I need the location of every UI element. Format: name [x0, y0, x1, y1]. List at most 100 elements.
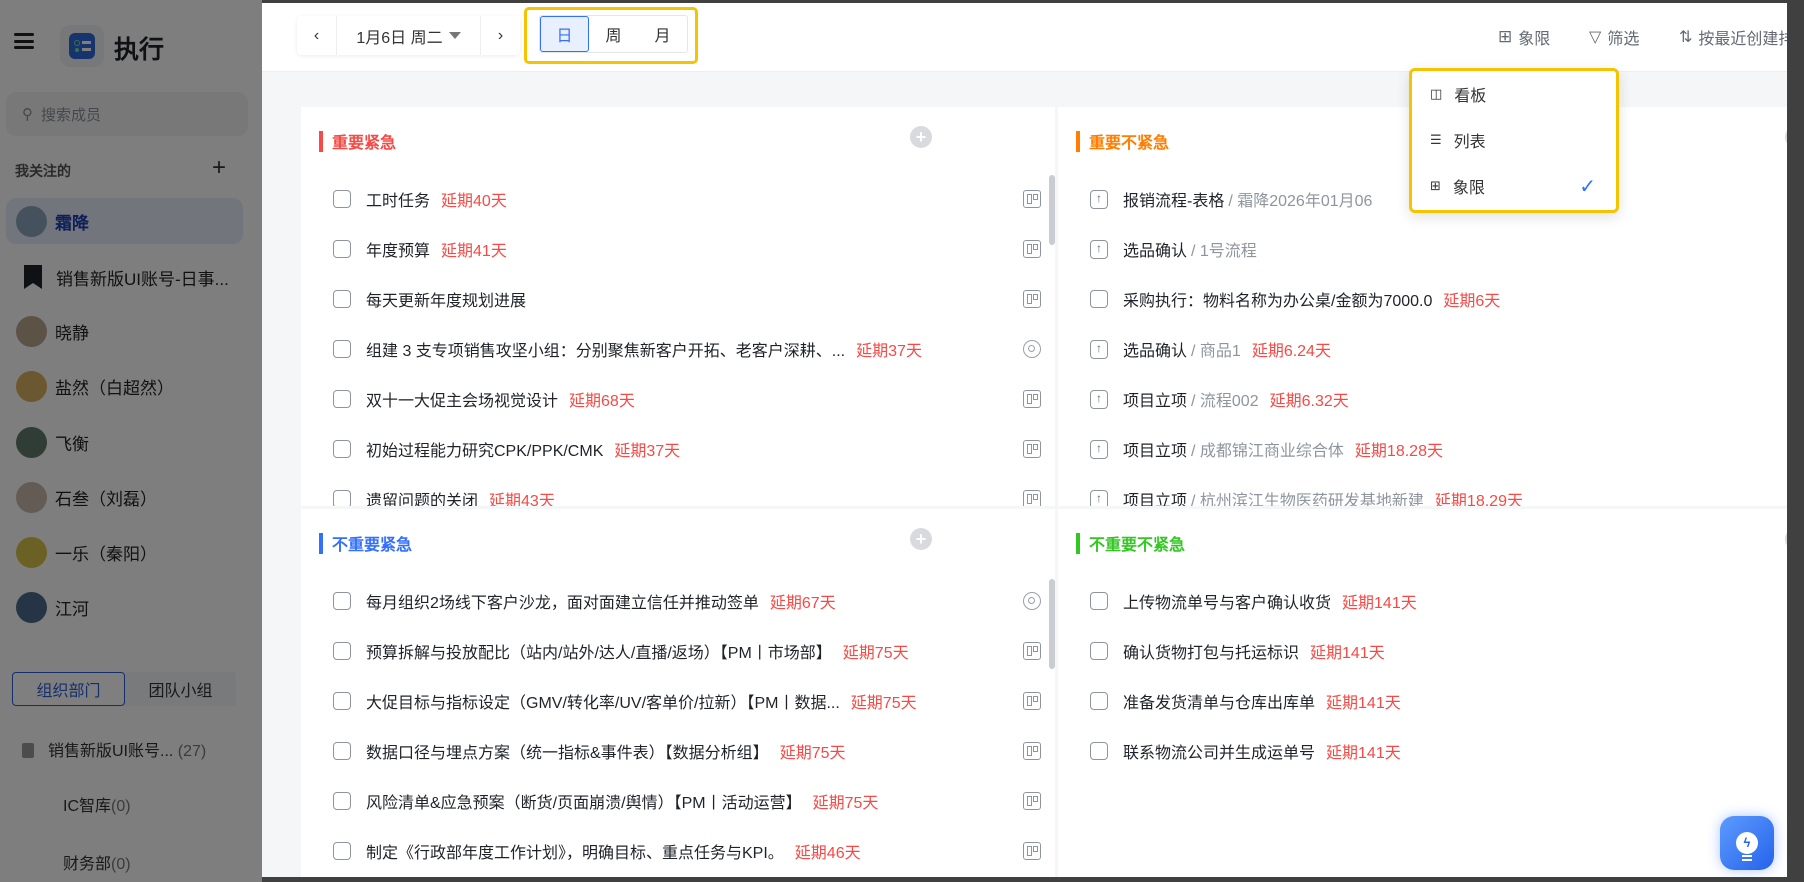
tab-month[interactable]: 月	[638, 16, 687, 52]
assistant-button[interactable]: ϟ	[1720, 816, 1774, 870]
task-row[interactable]: 采购执行：物料名称为办公桌/金额为7000.0 延期6天	[1090, 274, 1784, 324]
target-icon[interactable]	[1023, 592, 1041, 610]
task-row[interactable]: 数据口径与埋点方案（统一指标&事件表）【数据分析组】 延期75天	[333, 726, 1041, 776]
task-checkbox[interactable]	[333, 742, 351, 760]
add-task-button[interactable]: +	[910, 126, 932, 148]
task-row[interactable]: ↑ 项目立项 / 成都锦江商业综合体 延期18.28天	[1090, 424, 1784, 474]
task-row[interactable]: 初始过程能力研究CPK/PPK/CMK 延期37天	[333, 424, 1041, 474]
task-checkbox[interactable]	[1090, 742, 1108, 760]
department-item[interactable]: 财务部(0)	[63, 850, 131, 874]
date-picker[interactable]: 1月6日 周二	[336, 16, 481, 55]
next-day-button[interactable]: ›	[481, 16, 520, 55]
task-row[interactable]: 每天更新年度规划进展	[333, 274, 1041, 324]
member-item[interactable]: 一乐（秦阳）	[6, 529, 243, 575]
task-checkbox[interactable]	[1090, 642, 1108, 660]
task-source: / 成都锦江商业综合体	[1191, 443, 1344, 460]
add-task-button[interactable]: +	[1785, 126, 1787, 148]
task-checkbox[interactable]	[1090, 592, 1108, 610]
member-item[interactable]: 盐然（白超然）	[6, 363, 243, 409]
kanban-icon: ◫	[1430, 86, 1443, 101]
kanban-icon[interactable]	[1023, 692, 1041, 710]
tab-week[interactable]: 周	[589, 16, 638, 52]
target-icon[interactable]	[1023, 340, 1041, 358]
member-name: 石叁（刘磊）	[55, 489, 157, 509]
task-row[interactable]: 工时任务 延期40天	[333, 174, 1041, 224]
task-row[interactable]: 年度预算 延期41天	[333, 224, 1041, 274]
quadrant-marker	[1076, 532, 1080, 554]
task-checkbox[interactable]	[1090, 290, 1108, 308]
kanban-icon[interactable]	[1023, 390, 1041, 408]
member-item[interactable]: 江河	[6, 584, 243, 630]
task-checkbox[interactable]	[333, 240, 351, 258]
kanban-icon[interactable]	[1023, 842, 1041, 860]
task-checkbox[interactable]	[333, 490, 351, 506]
kanban-icon[interactable]	[1023, 742, 1041, 760]
kanban-icon[interactable]	[1023, 792, 1041, 810]
scrollbar[interactable]	[1049, 579, 1055, 669]
scrollbar[interactable]	[1049, 175, 1055, 245]
task-checkbox[interactable]	[333, 440, 351, 458]
kanban-icon[interactable]	[1023, 440, 1041, 458]
task-row[interactable]: 上传物流单号与客户确认收货 延期141天	[1090, 576, 1784, 626]
task-checkbox[interactable]	[333, 340, 351, 358]
task-row[interactable]: ↑ 项目立项 / 流程002 延期6.32天	[1090, 374, 1784, 424]
overdue-label: 延期68天	[569, 393, 635, 410]
tab-departments[interactable]: 组织部门	[12, 672, 125, 706]
view-mode-button[interactable]: ⊞ 象限	[1498, 25, 1550, 49]
member-item[interactable]: 霜降	[6, 198, 243, 244]
add-following-button[interactable]: +	[212, 154, 226, 182]
task-row[interactable]: 准备发货清单与仓库出库单 延期141天	[1090, 676, 1784, 726]
task-row[interactable]: 确认货物打包与托运标识 延期141天	[1090, 626, 1784, 676]
following-label: 我关注的	[15, 163, 71, 179]
member-item[interactable]: 飞衡	[6, 419, 243, 465]
kanban-icon[interactable]	[1023, 240, 1041, 258]
add-task-button[interactable]: +	[910, 528, 932, 550]
bookmark-icon	[24, 265, 42, 289]
filter-button[interactable]: ▽ 筛选	[1589, 25, 1639, 49]
task-row[interactable]: 大促目标与指标设定（GMV/转化率/UV/客单价/拉新）【PM丨数据... 延期7…	[333, 676, 1041, 726]
task-checkbox[interactable]	[333, 290, 351, 308]
task-title: 采购执行：物料名称为办公桌/金额为7000.0	[1123, 293, 1433, 310]
kanban-icon[interactable]	[1023, 290, 1041, 308]
member-item[interactable]: 销售新版UI账号-日事...	[6, 254, 243, 300]
prev-day-button[interactable]: ‹	[297, 16, 336, 55]
add-task-button[interactable]: +	[1785, 528, 1787, 550]
task-checkbox[interactable]	[333, 642, 351, 660]
task-row[interactable]: 组建 3 支专项销售攻坚小组：分别聚焦新客户开拓、老客户深耕、... 延期37天	[333, 324, 1041, 374]
menu-item-kanban[interactable]: ◫ 看板	[1412, 71, 1616, 117]
menu-icon[interactable]	[14, 33, 34, 49]
task-checkbox[interactable]	[333, 592, 351, 610]
task-checkbox[interactable]	[1090, 692, 1108, 710]
task-row[interactable]: 制定《行政部年度工作计划》，明确目标、重点任务与KPI。 延期46天	[333, 826, 1041, 876]
task-checkbox[interactable]	[333, 692, 351, 710]
task-checkbox[interactable]	[333, 842, 351, 860]
task-row[interactable]: ↑ 项目立项 / 杭州滨江生物医药研发基地新建 延期18.29天	[1090, 474, 1784, 506]
kanban-icon[interactable]	[1023, 190, 1041, 208]
member-item[interactable]: 晓静	[6, 308, 243, 354]
task-row[interactable]: 每月组织2场线下客户沙龙，面对面建立信任并推动签单 延期67天	[333, 576, 1041, 626]
tab-teams[interactable]: 团队小组	[125, 672, 236, 706]
member-search-input[interactable]: ⚲ 搜索成员	[6, 92, 248, 136]
task-row[interactable]: 风险清单&应急预案（断货/页面崩溃/舆情）【PM丨活动运营】 延期75天	[333, 776, 1041, 826]
task-row[interactable]: 联系物流公司并生成运单号 延期141天	[1090, 726, 1784, 776]
member-name: 盐然（白超然）	[55, 378, 174, 398]
menu-item-quadrant[interactable]: ⊞ 象限 ✓	[1412, 163, 1616, 209]
sort-button[interactable]: ⇅ 按最近创建排	[1679, 25, 1787, 49]
department-item[interactable]: IC智库(0)	[63, 792, 131, 816]
task-row[interactable]: ↑ 选品确认/ 1号流程	[1090, 224, 1784, 274]
tab-day[interactable]: 日	[540, 16, 589, 52]
task-row[interactable]: 预算拆解与投放配比（站内/站外/达人/直播/返场）【PM丨市场部】 延期75天	[333, 626, 1041, 676]
task-row[interactable]: 双十一大促主会场视觉设计 延期68天	[333, 374, 1041, 424]
kanban-icon[interactable]	[1023, 642, 1041, 660]
task-checkbox[interactable]	[333, 190, 351, 208]
task-title: 初始过程能力研究CPK/PPK/CMK	[366, 443, 604, 460]
department-item[interactable]: 销售新版UI账号... (27)	[22, 737, 206, 761]
task-row[interactable]: ↑ 选品确认 / 商品1 延期6.24天	[1090, 324, 1784, 374]
task-checkbox[interactable]	[333, 792, 351, 810]
task-row[interactable]: 遗留问题的关闭 延期43天	[333, 474, 1041, 506]
task-checkbox[interactable]	[333, 390, 351, 408]
kanban-icon[interactable]	[1023, 490, 1041, 506]
task-title: 报销流程-表格	[1123, 193, 1225, 210]
member-item[interactable]: 石叁（刘磊）	[6, 474, 243, 520]
menu-item-list[interactable]: ☰ 列表	[1412, 117, 1616, 163]
